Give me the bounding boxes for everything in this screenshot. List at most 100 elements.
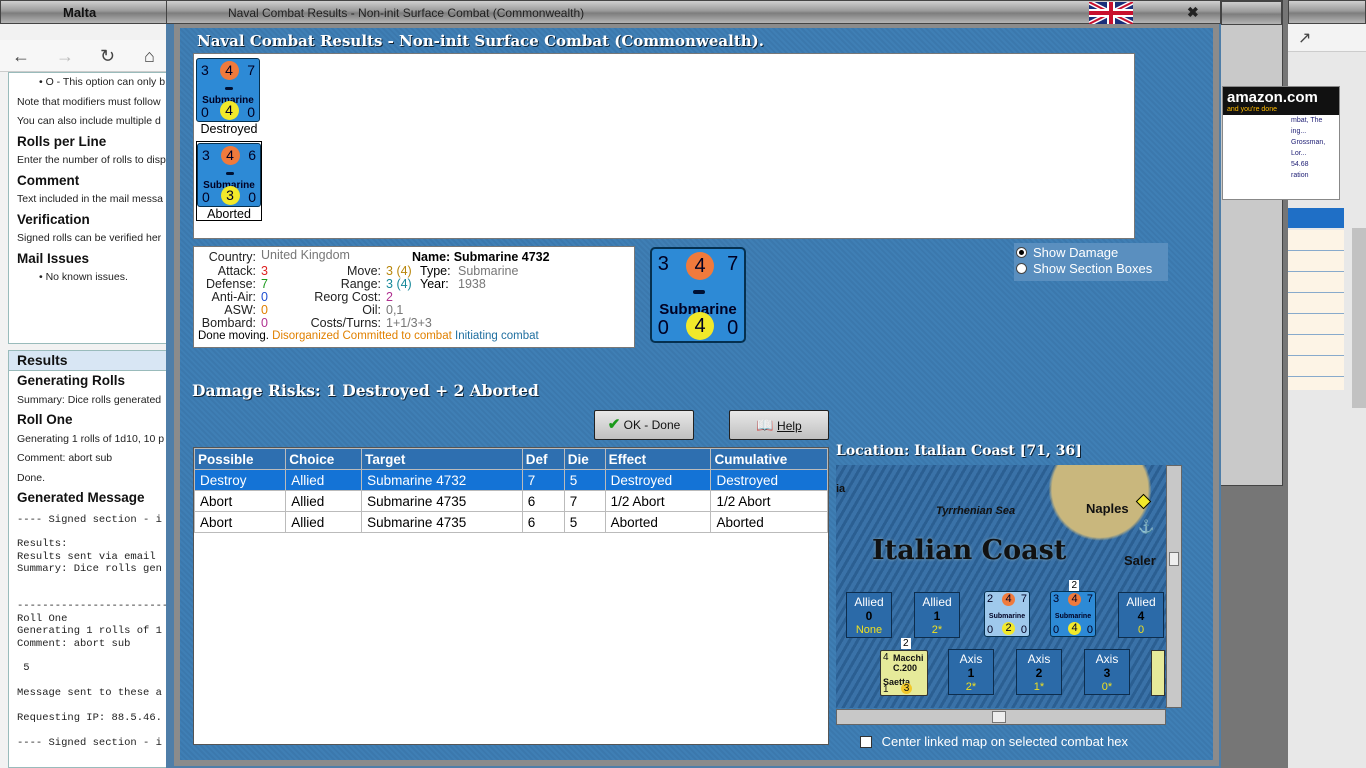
column-header[interactable]: Cumulative [710, 448, 828, 470]
refresh-icon[interactable]: ↻ [100, 46, 115, 67]
scrollbar-thumb[interactable] [1352, 228, 1366, 408]
move-value: 3 (4) [386, 264, 412, 278]
ok-done-button[interactable]: ✔ OK - Done [594, 410, 694, 440]
result-unit-1[interactable]: 347Submarine040 Destroyed [196, 58, 262, 136]
doc-heading: Comment [17, 172, 80, 188]
combat-box-axis[interactable]: Axis 3 0* [1084, 649, 1130, 695]
combat-box-allied[interactable]: Allied 4 0 [1118, 592, 1164, 638]
doc-heading: Generating Rolls [17, 373, 126, 388]
center-map-checkbox[interactable]: Center linked map on selected combat hex [860, 734, 1128, 749]
column-header[interactable]: Die [563, 448, 606, 470]
checkbox-icon[interactable] [860, 736, 872, 748]
counter-attack: 3 [201, 62, 209, 78]
close-icon[interactable]: ✖ [1187, 4, 1199, 21]
region-label: Italian Coast [872, 535, 1067, 566]
browser-toolbar: ↗ [1288, 24, 1366, 52]
doc-heading: Mail Issues [17, 250, 90, 266]
submarine-icon [225, 172, 234, 175]
show-section-boxes-option[interactable]: Show Section Boxes [1014, 260, 1168, 276]
table-cell: 6 [521, 511, 565, 533]
oil-label: Oil: [362, 303, 381, 317]
counter-oil: 0 [657, 316, 669, 339]
reorg-label: Reorg Cost: [314, 290, 381, 304]
map-horizontal-scrollbar[interactable] [836, 709, 1166, 725]
mini-counter-nm: Submarine [1054, 613, 1092, 620]
browser-title-bar[interactable]: Malta [0, 0, 168, 24]
sidebar-item-selected[interactable] [1288, 208, 1344, 228]
table-cell: Allied [285, 511, 363, 533]
doc-text: Done. [17, 471, 46, 484]
oil-value: 0,1 [386, 303, 404, 317]
map-vertical-scrollbar[interactable] [1166, 465, 1182, 708]
table-cell: Abort [193, 511, 287, 533]
combat-box-allied[interactable]: Allied 1 2* [914, 592, 960, 638]
radio-unchecked-icon[interactable] [1016, 263, 1027, 274]
vertical-scroll-thumb[interactable] [1169, 552, 1179, 566]
ad-text: ing... [1291, 128, 1307, 135]
background-window-title-bar[interactable] [1221, 1, 1282, 25]
damage-risks-text: Damage Risks: 1 Destroyed + 2 Aborted [192, 381, 539, 400]
table-cell: Aborted [604, 511, 712, 533]
column-header[interactable]: Target [361, 448, 523, 470]
browser-nav-bar: ← → ↻ ⌂ [0, 40, 168, 72]
column-header[interactable]: Choice [285, 448, 363, 470]
table-cell: 7 [521, 469, 565, 491]
counter-attack: 3 [657, 253, 669, 276]
dialog-title-bar[interactable]: Naval Combat Results - Non-init Surface … [166, 0, 1221, 24]
background-browser-title-bar[interactable] [1288, 0, 1366, 24]
country-label: Country: [208, 250, 256, 264]
combat-box-axis[interactable]: Axis 1 2* [948, 649, 994, 695]
sidebar-list [1288, 230, 1344, 390]
column-header[interactable]: Effect [604, 448, 712, 470]
amazon-ad[interactable]: amazon.com and you're done mbat, The ing..… [1222, 86, 1340, 200]
counter-move: 7 [727, 253, 739, 276]
home-icon[interactable]: ⌂ [144, 46, 155, 67]
unit-name: Name: Submarine 4732 [412, 250, 550, 264]
dialog-heading: Naval Combat Results - Non-init Surface … [197, 32, 764, 50]
range-label: Range: [340, 277, 381, 291]
map-unit-counter-selected[interactable]: 3 4 7 Submarine 0 4 0 2 [1050, 580, 1096, 637]
table-row[interactable]: Destroy Allied Submarine 4732 7 5 Destroyed De… [193, 469, 828, 491]
combat-box-axis[interactable]: Axis 2 1* [1016, 649, 1062, 695]
display-options: Show Damage Show Section Boxes [1014, 243, 1168, 281]
air-unit-counter[interactable]: 4 Macchi C.200 Saetta 1 3 2 [880, 638, 928, 696]
counter-range: 0 [727, 316, 739, 339]
table-row[interactable]: Abort Allied Submarine 4735 6 5 Aborted Aborte… [193, 511, 828, 533]
combat-box-count: 1 [967, 666, 975, 680]
doc-heading: Verification [17, 211, 90, 227]
doc-text: Note that modifiers must follow [17, 95, 161, 108]
combat-box-side: Axis [1027, 652, 1051, 666]
doc-section-results: Results Generating Rolls Summary: Dice ro… [8, 350, 168, 768]
ad-text: ration [1291, 172, 1309, 179]
horizontal-scroll-thumb[interactable] [992, 711, 1006, 723]
column-header[interactable]: Def [521, 448, 565, 470]
map-unit-counter[interactable]: 2 4 7 Submarine 0 2 0 [984, 591, 1030, 637]
doc-bullet: • No known issues. [39, 271, 128, 283]
share-icon[interactable]: ↗ [1298, 28, 1311, 48]
costs-label: Costs/Turns: [310, 316, 381, 330]
table-cell: 5 [563, 469, 606, 491]
asw-label: ASW: [224, 303, 256, 317]
table-row[interactable]: Abort Allied Submarine 4735 6 7 1/2 Abort 1/2 … [193, 490, 828, 512]
forward-arrow-icon[interactable]: → [56, 46, 74, 67]
location-map[interactable]: Tyrrhenian Sea Naples Saler ia Italian C… [836, 465, 1166, 708]
combat-box-count: 4 [1137, 609, 1145, 623]
show-damage-option[interactable]: Show Damage [1014, 243, 1168, 260]
combat-box-side: Allied [922, 595, 952, 609]
result-unit-2[interactable]: 346Submarine030 Aborted [196, 141, 262, 221]
back-arrow-icon[interactable]: ← [12, 46, 30, 67]
combat-box-count: 1 [933, 609, 941, 623]
help-button[interactable]: 📖 Help [729, 410, 829, 440]
combat-box-sub: 0* [1101, 681, 1113, 693]
doc-text: Text included in the mail messa [17, 193, 163, 205]
column-header[interactable]: Possible [193, 448, 287, 470]
table-cell: Aborted [710, 511, 828, 533]
stack-count: 2 [901, 638, 911, 649]
counter-die: 4 [686, 311, 714, 340]
selected-unit-counter: 3 4 7 Submarine 0 4 0 [650, 247, 746, 343]
radio-checked-icon[interactable] [1016, 247, 1027, 258]
combat-box-allied[interactable]: Allied 0 None [846, 592, 892, 638]
air-counter-a: 1 [883, 684, 889, 695]
mini-counter-m: 7 [1020, 593, 1027, 605]
combat-box-side: Axis [959, 652, 983, 666]
